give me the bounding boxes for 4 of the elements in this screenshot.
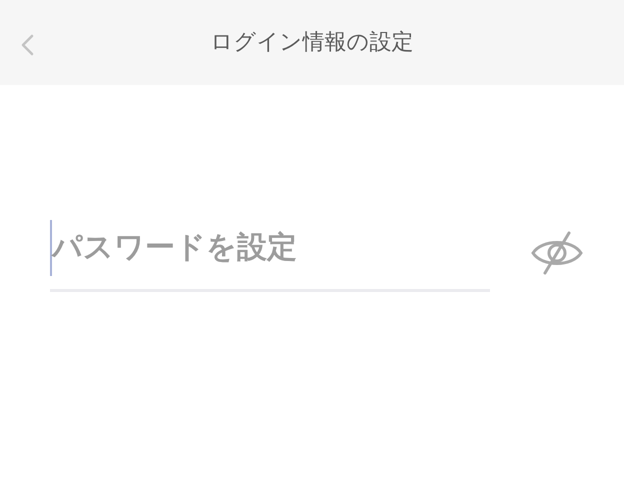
screen-title: ログイン情報の設定	[210, 29, 414, 57]
placeholder-text: パスワードを設定	[52, 228, 297, 266]
eye-slash-icon[interactable]	[530, 230, 584, 276]
password-field[interactable]: パスワードを設定	[50, 220, 490, 292]
